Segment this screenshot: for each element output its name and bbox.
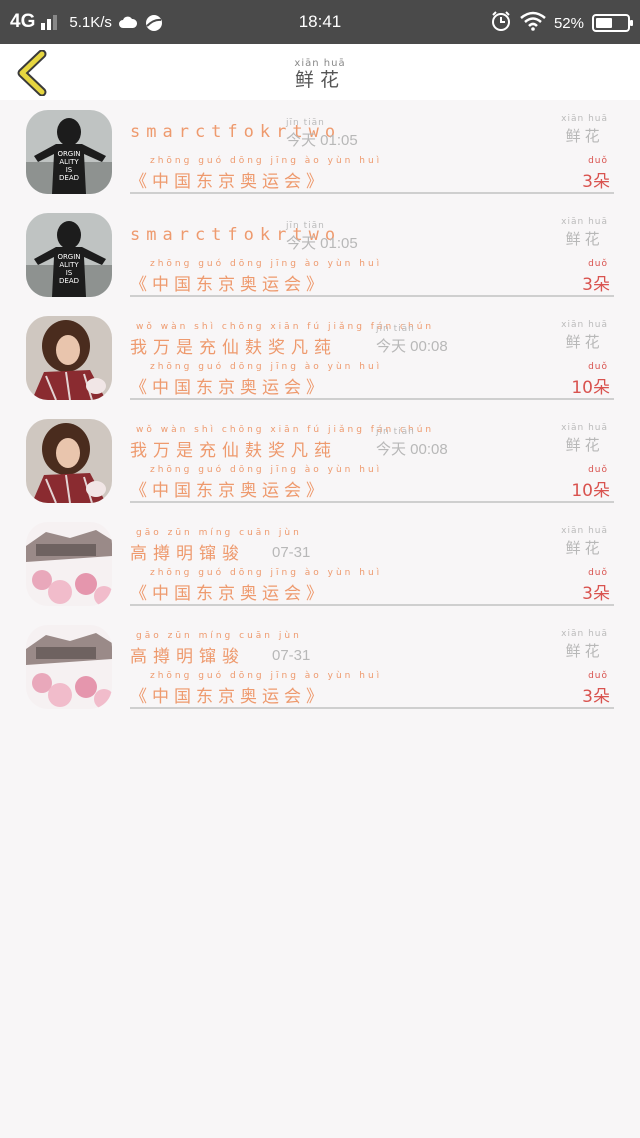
list-item[interactable]: wǒ wàn shì chōng xiān fú jiǎng fán chún …	[0, 415, 640, 515]
svg-text:ALITY: ALITY	[59, 158, 79, 166]
timestamp: jīn tiān 今天 00:08	[376, 324, 448, 355]
event-name: zhōng guó dōng jīng ào yùn huì 《中国东京奥运会》	[130, 671, 383, 707]
event-name: zhōng guó dōng jīng ào yùn huì 《中国东京奥运会》	[130, 362, 383, 398]
svg-text:ALITY: ALITY	[59, 261, 79, 269]
gift-type: xiān huā 鲜花	[561, 320, 608, 351]
timestamp: jīn tiān 今天 00:08	[376, 427, 448, 458]
list-item[interactable]: gāo zūn míng cuān jùn 高撙明镩骏 07-31 xiān h…	[0, 518, 640, 618]
gift-quantity: duǒ 10朵	[571, 465, 610, 501]
timestamp: 07-31	[272, 544, 311, 561]
timestamp: jīn tiān 今天 01:05	[286, 221, 358, 252]
avatar[interactable]	[26, 625, 112, 709]
gift-type: xiān huā 鲜花	[561, 114, 608, 145]
row-divider	[130, 604, 614, 606]
list-item[interactable]: ORGIN ALITY IS DEAD smarctfokrtwo jīn ti…	[0, 106, 640, 206]
svg-text:ORGIN: ORGIN	[57, 253, 80, 261]
row-divider	[130, 192, 614, 194]
gift-quantity: duǒ 3朵	[582, 259, 610, 295]
avatar[interactable]	[26, 522, 112, 606]
event-name: zhōng guó dōng jīng ào yùn huì 《中国东京奥运会》	[130, 568, 383, 604]
gift-quantity: duǒ 3朵	[582, 671, 610, 707]
event-name: zhōng guó dōng jīng ào yùn huì 《中国东京奥运会》	[130, 156, 383, 192]
gift-type: xiān huā 鲜花	[561, 629, 608, 660]
row-divider	[130, 707, 614, 709]
list-item[interactable]: wǒ wàn shì chōng xiān fú jiǎng fán chún …	[0, 312, 640, 412]
timestamp: jīn tiān 今天 01:05	[286, 118, 358, 149]
list-item[interactable]: ORGIN ALITY IS DEAD smarctfokrtwo jīn ti…	[0, 209, 640, 309]
status-bar: 4G 5.1K/s 18:41 52%	[0, 0, 640, 44]
row-divider	[130, 398, 614, 400]
event-name: zhōng guó dōng jīng ào yùn huì 《中国东京奥运会》	[130, 465, 383, 501]
wifi-icon	[520, 11, 546, 35]
nav-bar: xiān huā 鲜花	[0, 44, 640, 100]
gift-type: xiān huā 鲜花	[561, 217, 608, 248]
gift-quantity: duǒ 3朵	[582, 568, 610, 604]
timestamp: 07-31	[272, 647, 311, 664]
avatar[interactable]	[26, 316, 112, 400]
gift-type: xiān huā 鲜花	[561, 423, 608, 454]
avatar[interactable]: ORGIN ALITY IS DEAD	[26, 213, 112, 297]
row-divider	[130, 501, 614, 503]
svg-text:DEAD: DEAD	[59, 277, 79, 285]
page-title-text: 鲜花	[294, 69, 345, 91]
battery-icon	[592, 14, 633, 32]
event-name: zhōng guó dōng jīng ào yùn huì 《中国东京奥运会》	[130, 259, 383, 295]
svg-text:IS: IS	[66, 166, 73, 174]
list-item[interactable]: gāo zūn míng cuān jùn 高撙明镩骏 07-31 xiān h…	[0, 621, 640, 721]
alarm-icon	[490, 10, 512, 36]
svg-text:DEAD: DEAD	[59, 174, 79, 182]
gift-quantity: duǒ 3朵	[582, 156, 610, 192]
battery-percent: 52%	[553, 14, 584, 32]
svg-text:ORGIN: ORGIN	[57, 150, 80, 158]
status-right: 52%	[490, 10, 633, 36]
avatar[interactable]	[26, 419, 112, 503]
gift-quantity: duǒ 10朵	[571, 362, 610, 398]
gift-type: xiān huā 鲜花	[561, 526, 608, 557]
svg-text:IS: IS	[66, 269, 73, 277]
row-divider	[130, 295, 614, 297]
avatar[interactable]: ORGIN ALITY IS DEAD	[26, 110, 112, 194]
page-title-pinyin: xiān huā	[294, 58, 346, 69]
page-title: xiān huā 鲜花	[0, 58, 640, 91]
